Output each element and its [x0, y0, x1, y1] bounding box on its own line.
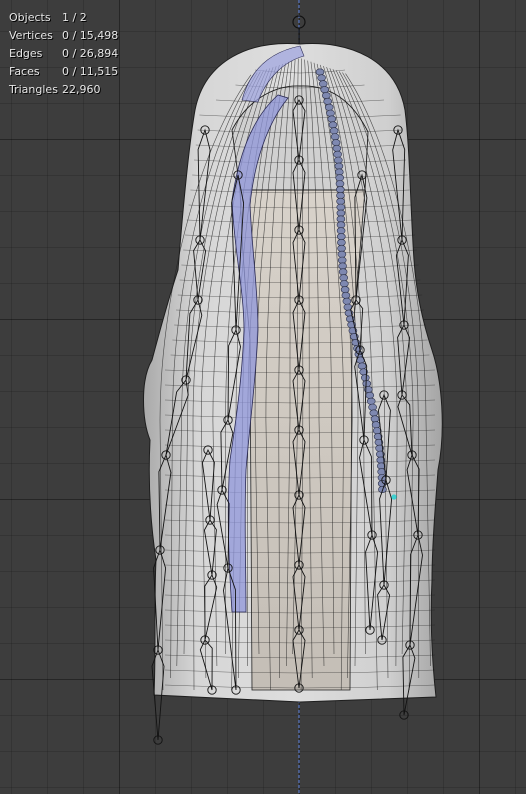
- braid-segment: [362, 380, 372, 388]
- braid-segment: [339, 274, 349, 282]
- braid-segment: [338, 268, 348, 276]
- braid-segment: [328, 121, 338, 129]
- braid-segment: [333, 150, 342, 158]
- stat-triangles-label: Triangles: [9, 83, 58, 96]
- braid-segment: [318, 80, 328, 88]
- stat-objects-value: 1 / 2: [62, 11, 87, 24]
- braid-segment: [337, 244, 346, 252]
- braid-segment: [339, 280, 349, 288]
- braid-segment: [366, 397, 376, 405]
- braid-segment: [369, 409, 379, 417]
- braid-segment: [320, 86, 330, 94]
- braid-segment: [336, 221, 346, 229]
- braid-segment: [317, 74, 326, 82]
- stat-edges-label: Edges: [9, 47, 43, 60]
- braid-segment: [338, 262, 347, 270]
- viewport-statistics: Objects 1 / 2 Vertices 0 / 15,498 Edges …: [9, 9, 118, 99]
- braid-segment: [335, 174, 345, 182]
- stat-triangles-value: 22,960: [62, 83, 101, 96]
- braid-segment: [336, 227, 346, 235]
- braid-segment: [341, 291, 351, 299]
- braid-segment: [336, 215, 346, 223]
- braid-segment: [323, 97, 333, 105]
- braid-segment: [368, 403, 377, 411]
- braid-segment: [337, 239, 346, 247]
- stat-objects-label: Objects: [9, 11, 51, 24]
- hair-mesh[interactable]: [0, 0, 526, 794]
- braid-segment: [330, 133, 340, 141]
- braid-segment: [337, 250, 347, 258]
- braid-segment: [321, 92, 331, 100]
- braid-segment: [332, 144, 342, 152]
- stat-faces-value: 0 / 11,515: [62, 65, 119, 78]
- braid-segment: [324, 103, 334, 111]
- braid-segment: [336, 203, 346, 211]
- stat-edges: Edges 0 / 26,894: [9, 45, 118, 63]
- braid-segment: [336, 192, 345, 200]
- stat-objects: Objects 1 / 2: [9, 9, 118, 27]
- braid-segment: [335, 186, 345, 194]
- braid-segment: [365, 391, 375, 399]
- braid-segment: [315, 68, 325, 76]
- braid-segment: [326, 109, 335, 117]
- stat-faces: Faces 0 / 11,515: [9, 63, 118, 81]
- braid-segment: [331, 139, 341, 147]
- stat-vertices-label: Vertices: [9, 29, 53, 42]
- stat-edges-value: 0 / 26,894: [62, 47, 119, 60]
- braid-segment: [334, 162, 344, 170]
- 3d-viewport[interactable]: Objects 1 / 2 Vertices 0 / 15,498 Edges …: [0, 0, 526, 794]
- braid-segment: [342, 297, 352, 305]
- braid-segment: [335, 180, 345, 188]
- braid-segment: [329, 127, 339, 135]
- braid-segment: [357, 362, 367, 370]
- braid-segment: [334, 168, 344, 176]
- braid-segment: [360, 374, 370, 382]
- braid-segment: [371, 421, 381, 429]
- stat-vertices-value: 0 / 15,498: [62, 29, 119, 42]
- braid-segment: [333, 156, 343, 164]
- braid-segment: [337, 256, 347, 264]
- selected-vertex[interactable]: [391, 494, 397, 500]
- braid-segment: [370, 415, 380, 423]
- stat-faces-label: Faces: [9, 65, 40, 78]
- stat-triangles: Triangles 22,960: [9, 81, 118, 99]
- braid-segment: [336, 233, 346, 241]
- braid-segment: [327, 115, 337, 123]
- braid-segment: [336, 209, 346, 217]
- braid-segment: [336, 197, 345, 205]
- stat-vertices: Vertices 0 / 15,498: [9, 27, 118, 45]
- braid-segment: [340, 286, 350, 294]
